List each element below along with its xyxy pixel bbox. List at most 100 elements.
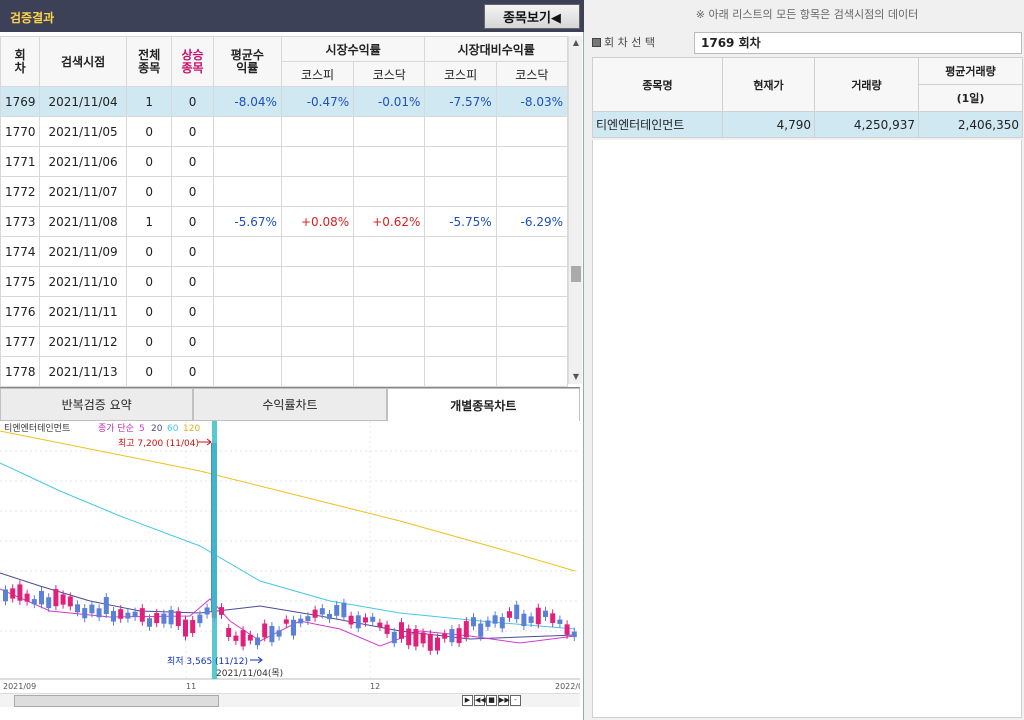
- header-relative-kospi[interactable]: 코스피: [424, 61, 497, 87]
- nav-zoom-icon[interactable]: -: [510, 695, 521, 706]
- row-total: 1: [125, 86, 173, 117]
- stock-chart[interactable]: 티엔엔터테인먼트 종가 단순 5 20 60 120 최고 7,200 (11/…: [0, 421, 583, 691]
- candle: [255, 633, 260, 650]
- row-market-kospi: +0.08%: [280, 206, 355, 237]
- nav-stop-icon[interactable]: ■: [486, 695, 497, 706]
- table-vertical-scrollbar[interactable]: ▲ ▼: [568, 36, 582, 384]
- candle: [471, 613, 476, 631]
- stock-row[interactable]: 티엔엔터테인먼트 4,790 4,250,937 2,406,350: [592, 111, 1023, 138]
- x-label-3: 2022/0: [555, 682, 580, 691]
- table-row[interactable]: 1775 2021/11/10 0 0: [0, 266, 569, 297]
- table-row[interactable]: 1774 2021/11/09 0 0: [0, 236, 569, 267]
- row-relative-kospi: [424, 236, 497, 267]
- candle: [219, 603, 224, 619]
- table-row[interactable]: 1778 2021/11/13 0 0: [0, 356, 569, 387]
- row-avg-return: [212, 176, 282, 207]
- row-relative-kosdaq: [495, 266, 569, 297]
- tab-return-chart[interactable]: 수익률차트: [193, 388, 387, 421]
- row-relative-kospi: [424, 326, 497, 357]
- header-date[interactable]: 검색시점: [39, 36, 127, 87]
- nav-first-icon[interactable]: ◀◀: [474, 695, 486, 706]
- nav-next-icon[interactable]: ▶: [462, 695, 473, 706]
- candle: [355, 611, 361, 633]
- candle: [103, 593, 109, 619]
- stock-view-button[interactable]: 종목보기◀: [484, 4, 580, 29]
- row-rise: 0: [171, 176, 214, 207]
- candle: [348, 611, 354, 629]
- table-row[interactable]: 1772 2021/11/07 0 0: [0, 176, 569, 207]
- chart-scroll-thumb[interactable]: [14, 695, 219, 707]
- stock-volume: 4,250,937: [814, 111, 919, 138]
- stock-list-panel: ※ 아래 리스트의 모든 항목은 검색시점의 데이터 회 차 선 택 1769 …: [590, 0, 1024, 720]
- legend-ma-label: 종가 단순: [98, 423, 134, 434]
- row-relative-kosdaq: [495, 236, 569, 267]
- header-avg-volume[interactable]: 평균거래량: [918, 57, 1023, 85]
- candle: [327, 609, 332, 624]
- candle: [82, 604, 88, 623]
- row-market-kospi: [280, 116, 355, 147]
- row-market-kospi: [280, 266, 355, 297]
- row-relative-kospi: -7.57%: [424, 86, 497, 117]
- scroll-down-icon[interactable]: ▼: [569, 370, 583, 384]
- header-round[interactable]: 회차: [0, 36, 41, 87]
- row-market-kosdaq: [353, 176, 426, 207]
- scroll-up-icon[interactable]: ▲: [569, 36, 583, 50]
- row-round: 1772: [0, 176, 41, 207]
- candle: [334, 601, 340, 620]
- candle: [384, 620, 390, 638]
- row-date: 2021/11/04: [39, 86, 127, 117]
- header-price[interactable]: 현재가: [722, 57, 815, 112]
- header-avg-volume-sub: (1일): [918, 84, 1023, 112]
- header-avg-return[interactable]: 평균수익률: [212, 36, 282, 87]
- row-relative-kospi: -5.75%: [424, 206, 497, 237]
- header-stock-name[interactable]: 종목명: [592, 57, 723, 112]
- row-rise: 0: [171, 86, 214, 117]
- header-market-kospi[interactable]: 코스피: [280, 61, 355, 87]
- date-cursor[interactable]: [212, 421, 217, 679]
- candle: [226, 623, 232, 642]
- table-row[interactable]: 1773 2021/11/08 1 0 -5.67% +0.08% +0.62% -5.75%…: [0, 206, 569, 237]
- row-relative-kosdaq: -8.03%: [495, 86, 569, 117]
- candle: [485, 616, 491, 631]
- row-date: 2021/11/05: [39, 116, 127, 147]
- nav-last-icon[interactable]: ▶▶: [498, 695, 510, 706]
- scroll-thumb[interactable]: [571, 266, 581, 282]
- candle: [190, 616, 196, 637]
- row-relative-kosdaq: [495, 116, 569, 147]
- tab-summary[interactable]: 반복검증 요약: [0, 388, 194, 421]
- table-row[interactable]: 1770 2021/11/05 0 0: [0, 116, 569, 147]
- table-row[interactable]: 1777 2021/11/12 0 0: [0, 326, 569, 357]
- candle: [463, 617, 469, 642]
- table-row[interactable]: 1776 2021/11/11 0 0: [0, 296, 569, 327]
- row-rise: 0: [171, 356, 214, 387]
- table-row[interactable]: 1769 2021/11/04 1 0 -8.04% -0.47% -0.01% -7.57%…: [0, 86, 569, 117]
- bottom-tabs: 반복검증 요약 수익률차트 개별종목차트: [0, 387, 580, 421]
- stock-price: 4,790: [722, 111, 815, 138]
- header-volume[interactable]: 거래량: [814, 57, 919, 112]
- candle: [3, 585, 8, 606]
- row-date: 2021/11/09: [39, 236, 127, 267]
- header-relative-kosdaq[interactable]: 코스닥: [495, 61, 569, 87]
- table-row[interactable]: 1771 2021/11/06 0 0: [0, 146, 569, 177]
- header-rise[interactable]: 상승종목: [171, 36, 214, 87]
- header-total[interactable]: 전체종목: [125, 36, 173, 87]
- row-rise: 0: [171, 326, 214, 357]
- row-market-kosdaq: [353, 236, 426, 267]
- tab-stock-chart[interactable]: 개별종목차트: [386, 388, 580, 421]
- candle: [168, 605, 174, 629]
- candle: [406, 624, 412, 650]
- row-total: 0: [125, 176, 173, 207]
- header-market-kosdaq[interactable]: 코스닥: [353, 61, 426, 87]
- candle: [492, 611, 498, 628]
- row-total: 0: [125, 296, 173, 327]
- row-rise: 0: [171, 236, 214, 267]
- row-avg-return: [212, 326, 282, 357]
- round-select-field[interactable]: 1769 회차: [694, 32, 1022, 54]
- row-market-kospi: [280, 296, 355, 327]
- row-date: 2021/11/13: [39, 356, 127, 387]
- cursor-date-label: 2021/11/04(목): [216, 668, 283, 679]
- row-market-kosdaq: [353, 296, 426, 327]
- row-date: 2021/11/10: [39, 266, 127, 297]
- candle: [183, 615, 188, 641]
- legend-ma60: 60: [167, 424, 179, 434]
